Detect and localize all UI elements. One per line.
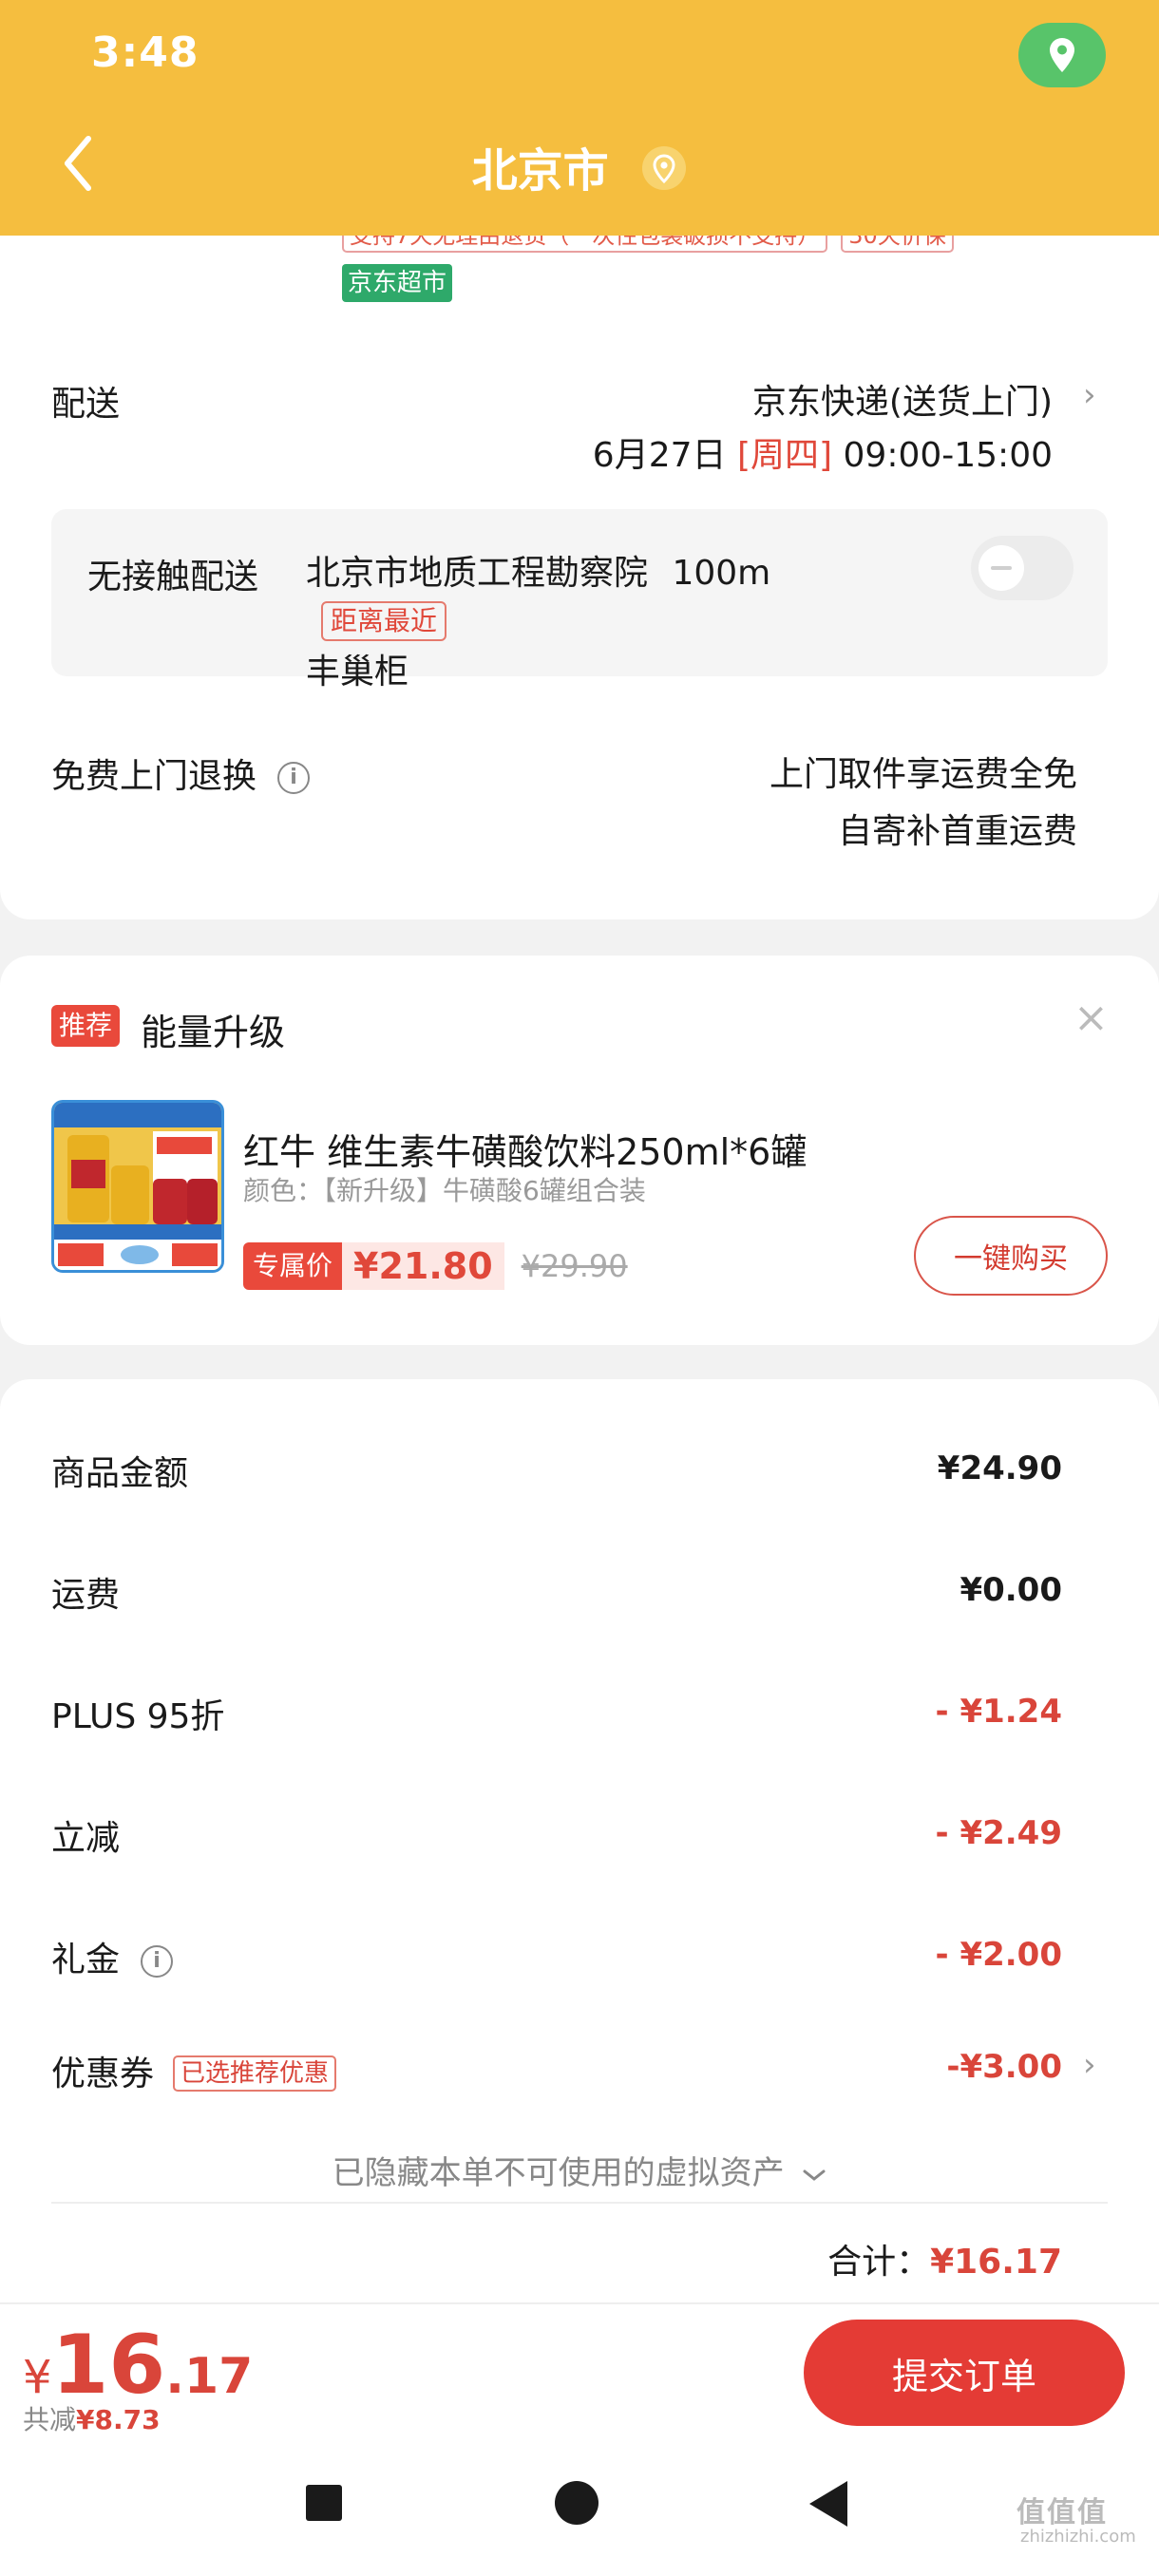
divider xyxy=(51,2202,1108,2204)
total-saved[interactable]: 共减¥8.73 xyxy=(23,2399,161,2437)
exclusive-price-label: 专属价 xyxy=(243,1242,343,1290)
contactless-delivery-box: 无接触配送 北京市地质工程勘察院 100m 距离最近 丰巢柜 xyxy=(51,509,1108,691)
pickup-location: 北京市地质工程勘察院 xyxy=(306,554,649,593)
summary-value-shipping: ¥0.00 xyxy=(960,1571,1062,1609)
free-return-line2: 自寄补首重运费 xyxy=(837,812,1077,851)
summary-label-plus: PLUS 95折 xyxy=(51,1697,225,1736)
home-button[interactable] xyxy=(555,2481,598,2525)
page-title-text: 北京市 xyxy=(471,144,609,198)
recommendation-card: 推荐 能量升级 × 红牛 维生素牛磺酸饮料250ml*6罐 颜色：【新升级】牛磺… xyxy=(0,956,1159,1345)
hidden-assets-text: 已隐藏本单不可使用的虚拟资产 xyxy=(332,2154,785,2192)
watermark: 值值值 xyxy=(1016,2496,1108,2529)
map-pin-icon xyxy=(641,145,687,202)
delivery-date-day: 6月27日 xyxy=(592,436,727,475)
checkout-bar: ¥16.17 共减¥8.73 提交订单 xyxy=(0,2302,1159,2439)
summary-label-coupon: 优惠券 xyxy=(51,2055,155,2093)
recents-button[interactable] xyxy=(306,2485,342,2521)
product-price: 专属价 ¥21.80 ¥29.90 xyxy=(243,1242,628,1290)
app-header: 3:48 北京市 xyxy=(0,0,1159,236)
recommend-title: 能量升级 xyxy=(141,1012,286,1053)
free-return-row[interactable]: 免费上门退换 i xyxy=(51,748,311,798)
chevron-right-icon[interactable]: › xyxy=(1083,376,1096,414)
product-name[interactable]: 红牛 维生素牛磺酸饮料250ml*6罐 xyxy=(243,1123,807,1175)
original-price: ¥29.90 xyxy=(521,1248,628,1284)
page-title[interactable]: 北京市 xyxy=(0,133,1159,202)
contactless-address: 北京市地质工程勘察院 100m 距离最近 丰巢柜 xyxy=(306,549,838,697)
summary-label-goods: 商品金额 xyxy=(51,1454,189,1493)
exclusive-price-value: ¥21.80 xyxy=(342,1242,504,1290)
summary-value-gift: - ¥2.00 xyxy=(935,1936,1063,1974)
price-summary-card: 商品金额 ¥24.90 运费 ¥0.00 PLUS 95折 - ¥1.24 立减… xyxy=(0,1379,1159,2329)
summary-label-gift: 礼金 xyxy=(51,1941,121,1979)
contactless-label: 无接触配送 xyxy=(87,558,259,597)
pickup-cabinet: 丰巢柜 xyxy=(306,653,409,691)
price-integer: 16 xyxy=(51,2318,166,2413)
hidden-assets-toggle[interactable]: 已隐藏本单不可使用的虚拟资产 xyxy=(0,2147,1159,2193)
close-icon[interactable]: × xyxy=(1074,994,1109,1042)
total-value: ¥16.17 xyxy=(930,2243,1062,2282)
one-click-buy-button[interactable]: 一键购买 xyxy=(914,1216,1108,1296)
info-icon[interactable]: i xyxy=(277,762,311,794)
summary-gift-row: 礼金 i xyxy=(51,1932,174,1981)
free-return-label: 免费上门退换 xyxy=(51,757,257,796)
system-back-button[interactable] xyxy=(809,2481,847,2527)
summary-coupon-row[interactable]: 优惠券 已选推荐优惠 xyxy=(51,2046,337,2095)
saved-value: ¥8.73 xyxy=(76,2404,161,2435)
product-image[interactable] xyxy=(51,1100,224,1273)
recommend-badge: 推荐 xyxy=(51,1005,121,1047)
service-tag: 支持7天无理由退货（一次性包装破损不支持） xyxy=(342,236,828,253)
service-tags: 支持7天无理由退货（一次性包装破损不支持） 30天价保 xyxy=(342,236,954,253)
summary-label-shipping: 运费 xyxy=(51,1576,121,1615)
free-return-line1: 上门取件享运费全免 xyxy=(769,755,1077,794)
submit-order-button[interactable]: 提交订单 xyxy=(804,2320,1125,2426)
summary-value-instant-discount: - ¥2.49 xyxy=(935,1814,1063,1852)
service-tag: 30天价保 xyxy=(841,236,954,253)
system-nav-bar xyxy=(0,2439,1159,2576)
payable-price: ¥16.17 xyxy=(23,2318,253,2413)
delivery-date[interactable]: 6月27日 [周四] 09:00-15:00 xyxy=(593,427,1053,477)
coupon-badge: 已选推荐优惠 xyxy=(173,2055,337,2092)
summary-label-instant-discount: 立减 xyxy=(51,1819,121,1858)
info-icon[interactable]: i xyxy=(141,1945,174,1978)
pickup-distance: 100m xyxy=(672,554,771,593)
toggle-knob xyxy=(978,545,1024,591)
price-decimal: .17 xyxy=(165,2348,254,2405)
saved-label: 共减 xyxy=(23,2404,77,2435)
nearest-badge: 距离最近 xyxy=(321,601,447,641)
delivery-weekday: [周四] xyxy=(736,436,833,475)
total-label: 合计： xyxy=(827,2243,931,2282)
summary-value-goods: ¥24.90 xyxy=(937,1449,1062,1487)
location-pin-icon xyxy=(1050,38,1074,72)
delivery-label: 配送 xyxy=(51,385,121,424)
currency-symbol: ¥ xyxy=(23,2351,52,2404)
summary-value-coupon[interactable]: -¥3.00 xyxy=(946,2048,1062,2086)
chevron-right-icon[interactable]: › xyxy=(1083,2046,1096,2084)
location-indicator xyxy=(1018,23,1106,87)
watermark-url: zhizhizhi.com xyxy=(1020,2527,1136,2547)
status-time: 3:48 xyxy=(91,28,200,77)
contactless-toggle[interactable] xyxy=(971,536,1074,600)
total-row: 合计：¥16.17 xyxy=(827,2234,1062,2283)
delivery-method[interactable]: 京东快递(送货上门) xyxy=(752,374,1053,424)
product-spec: 颜色：【新升级】牛磺酸6罐组合装 xyxy=(243,1175,646,1206)
delivery-time-window: 09:00-15:00 xyxy=(843,436,1053,475)
delivery-card: 支持7天无理由退货（一次性包装破损不支持） 30天价保 京东超市 配送 京东快递… xyxy=(0,236,1159,919)
chevron-down-icon xyxy=(803,2169,826,2181)
summary-value-plus: - ¥1.24 xyxy=(935,1693,1063,1731)
jd-supermarket-badge: 京东超市 xyxy=(342,264,453,302)
